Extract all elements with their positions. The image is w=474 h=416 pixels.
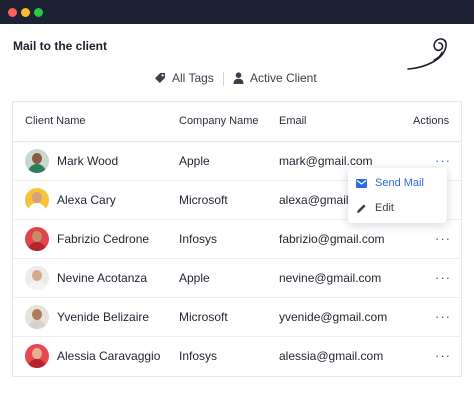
client-table: Client Name Company Name Email Actions M…	[12, 101, 462, 377]
client-name: Fabrizio Cedrone	[57, 232, 150, 246]
company-name: Apple	[179, 271, 210, 285]
swirl-logo-icon	[407, 38, 447, 70]
client-name: Alexa Cary	[57, 193, 116, 207]
company-name: Apple	[179, 154, 210, 168]
client-name: Alessia Caravaggio	[57, 349, 161, 363]
tag-icon	[155, 73, 165, 83]
row-actions-button[interactable]: ···	[435, 270, 451, 285]
company-name: Microsoft	[179, 193, 228, 207]
client-name: Mark Wood	[57, 154, 119, 168]
header-company-name[interactable]: Company Name	[179, 115, 258, 127]
user-icon	[233, 72, 244, 84]
row-actions-button[interactable]: ···	[435, 309, 451, 324]
avatar	[25, 344, 49, 368]
page-title: Mail to the client	[13, 39, 108, 53]
avatar	[25, 227, 49, 251]
client-name: Yvenide Belizaire	[57, 310, 150, 324]
client-email: yvenide@gmail.com	[279, 310, 388, 324]
filter-divider	[223, 72, 224, 86]
filter-all-tags[interactable]: All Tags	[154, 71, 214, 85]
pencil-icon	[357, 203, 366, 213]
avatar	[25, 188, 49, 212]
avatar	[25, 305, 49, 329]
client-email: fabrizio@gmail.com	[279, 232, 385, 246]
table-row[interactable]: Fabrizio Cedrone Infosys fabrizio@gmail.…	[13, 220, 461, 259]
filter-active-client[interactable]: Active Client	[233, 71, 317, 85]
filter-active-client-label: Active Client	[250, 71, 317, 85]
table-row[interactable]: Alessia Caravaggio Infosys alessia@gmail…	[13, 337, 461, 376]
window-titlebar	[0, 0, 474, 24]
row-actions-button[interactable]: ···	[435, 153, 451, 168]
maximize-window-button[interactable]	[34, 8, 43, 17]
edit-menu-item[interactable]: Edit	[348, 195, 447, 221]
row-actions-button[interactable]: ···	[435, 348, 451, 363]
client-email: nevine@gmail.com	[279, 271, 382, 285]
avatar	[25, 149, 49, 173]
company-name: Infosys	[179, 349, 218, 363]
avatar	[25, 266, 49, 290]
minimize-window-button[interactable]	[21, 8, 30, 17]
row-actions-button[interactable]: ···	[435, 231, 451, 246]
client-email: mark@gmail.com	[279, 154, 373, 168]
send-mail-menu-item[interactable]: Send Mail	[348, 170, 447, 196]
company-name: Infosys	[179, 232, 218, 246]
edit-label: Edit	[375, 202, 394, 214]
close-window-button[interactable]	[8, 8, 17, 17]
header-email[interactable]: Email	[279, 115, 307, 127]
row-actions-menu: Send Mail Edit	[348, 168, 447, 223]
send-mail-label: Send Mail	[375, 177, 424, 189]
mail-icon	[356, 178, 367, 188]
table-row[interactable]: Nevine Acotanza Apple nevine@gmail.com ·…	[13, 259, 461, 298]
company-name: Microsoft	[179, 310, 228, 324]
client-email: alessia@gmail.com	[279, 349, 384, 363]
filter-bar: All Tags Active Client	[0, 71, 474, 87]
header-actions: Actions	[413, 115, 450, 127]
filter-all-tags-label: All Tags	[172, 71, 214, 85]
client-name: Nevine Acotanza	[57, 271, 148, 285]
header-client-name[interactable]: Client Name	[25, 115, 86, 127]
table-header: Client Name Company Name Email Actions	[13, 102, 461, 142]
table-row[interactable]: Yvenide Belizaire Microsoft yvenide@gmai…	[13, 298, 461, 337]
